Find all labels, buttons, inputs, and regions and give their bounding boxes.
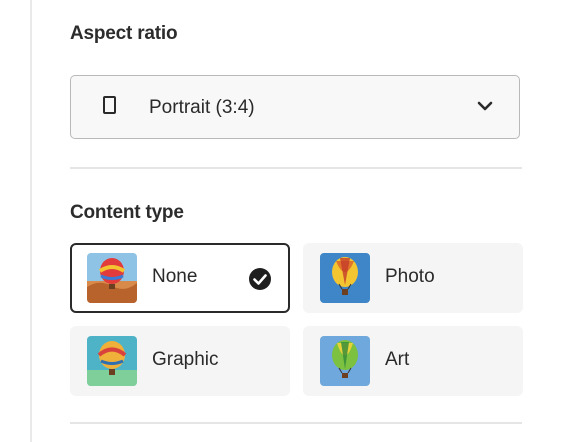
settings-panel: Aspect ratio Portrait (3:4) Content type… bbox=[0, 0, 561, 442]
content-type-label: None bbox=[152, 266, 198, 287]
aspect-ratio-dropdown[interactable]: Portrait (3:4) bbox=[70, 75, 520, 139]
balloon-art-thumbnail bbox=[320, 336, 370, 386]
chevron-down-icon bbox=[477, 101, 493, 111]
balloon-desert-thumbnail bbox=[87, 253, 137, 303]
content-type-heading: Content type bbox=[70, 202, 184, 223]
left-rail-divider bbox=[0, 0, 32, 442]
content-type-option-none[interactable]: None bbox=[70, 243, 290, 313]
content-type-label: Graphic bbox=[152, 349, 219, 370]
content-type-label: Art bbox=[385, 349, 410, 370]
content-type-option-graphic[interactable]: Graphic bbox=[70, 326, 290, 396]
portrait-rectangle-icon bbox=[103, 96, 116, 114]
content-type-label: Photo bbox=[385, 266, 435, 287]
aspect-ratio-heading: Aspect ratio bbox=[70, 23, 178, 44]
section-divider bbox=[70, 422, 522, 424]
balloon-sky-thumbnail bbox=[320, 253, 370, 303]
content-type-option-art[interactable]: Art bbox=[303, 326, 523, 396]
content-type-option-photo[interactable]: Photo bbox=[303, 243, 523, 313]
section-divider bbox=[70, 167, 522, 169]
aspect-ratio-selected-value: Portrait (3:4) bbox=[149, 97, 255, 118]
checkmark-circle-icon bbox=[249, 268, 271, 290]
balloon-graphic-thumbnail bbox=[87, 336, 137, 386]
